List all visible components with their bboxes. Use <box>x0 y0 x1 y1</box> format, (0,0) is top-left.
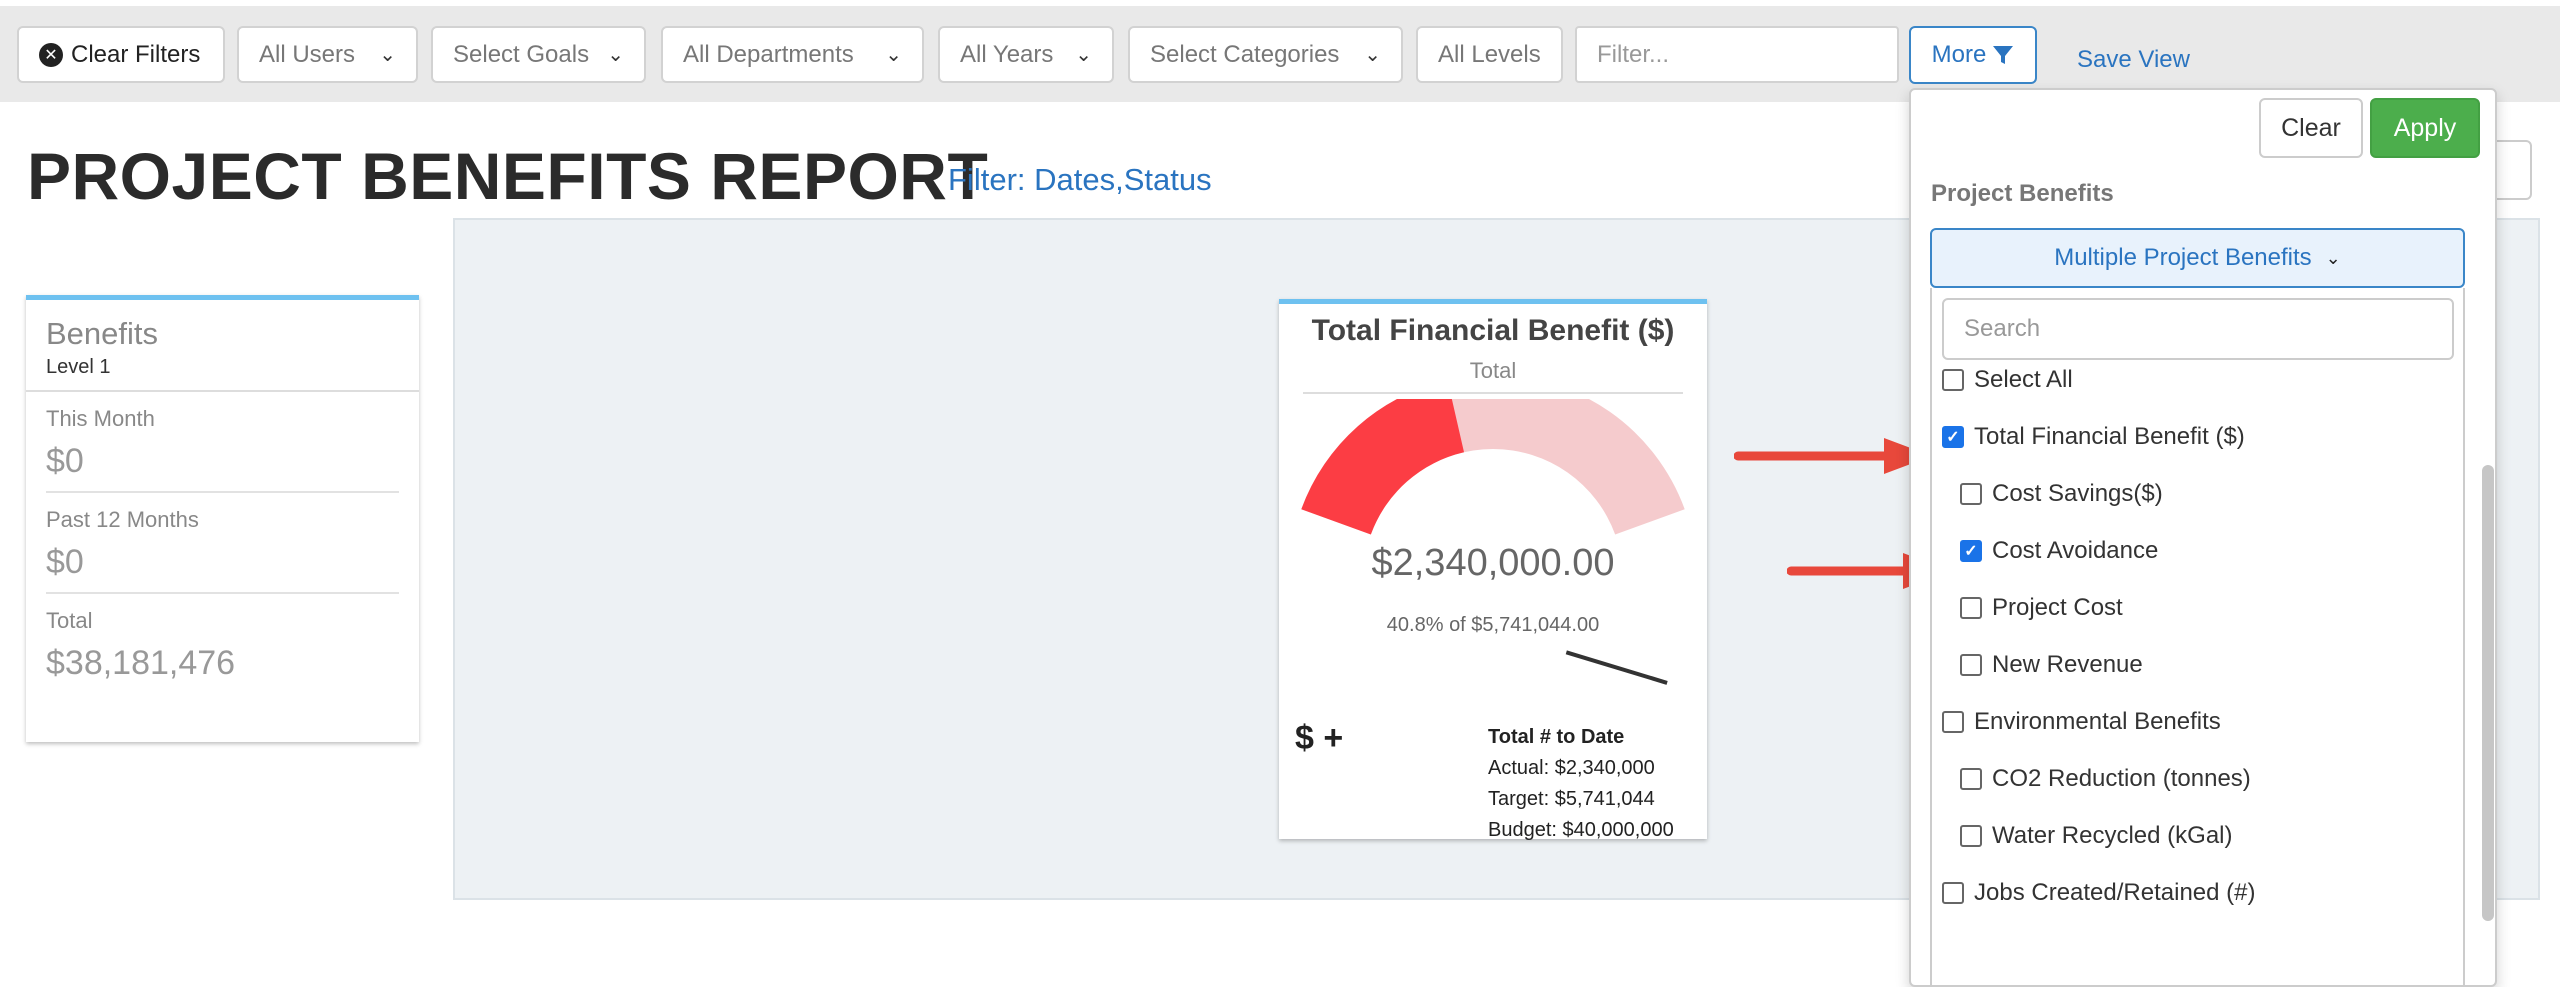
benefit-option[interactable]: Water Recycled (kGal) <box>1960 822 2233 850</box>
financial-benefit-gauge-card: Total Financial Benefit ($) Total $2,340… <box>1279 299 1707 841</box>
filter-search-input[interactable] <box>1575 26 1899 83</box>
goals-dropdown-label: Select Goals <box>453 40 590 68</box>
totals-target: Target: $5,741,044 <box>1488 788 1655 810</box>
stat-row-total: Total $38,181,476 <box>46 594 399 693</box>
checkbox-icon[interactable] <box>1960 768 1982 790</box>
benefit-option[interactable]: New Revenue <box>1960 651 2143 679</box>
chevron-down-icon: ⌄ <box>2325 247 2341 268</box>
totals-actual: Actual: $2,340,000 <box>1488 757 1655 779</box>
stat-row-past-12-months: Past 12 Months $0 <box>46 493 399 594</box>
chevron-down-icon: ⌄ <box>607 44 624 66</box>
save-view-link[interactable]: Save View <box>2077 46 2190 74</box>
chevron-down-icon: ⌄ <box>1075 44 1092 66</box>
gauge-subtitle: Total <box>1303 358 1683 394</box>
chevron-down-icon: ⌄ <box>885 44 902 66</box>
benefit-option[interactable]: ✓ Total Financial Benefit ($) <box>1942 423 2245 451</box>
benefit-option[interactable]: Project Cost <box>1960 594 2123 622</box>
chevron-down-icon: ⌄ <box>1364 44 1381 66</box>
checkbox-icon[interactable] <box>1960 825 1982 847</box>
stat-label: This Month <box>46 406 155 431</box>
categories-dropdown-label: Select Categories <box>1150 40 1340 68</box>
project-benefits-list: Select All ✓ Total Financial Benefit ($) Co… <box>1930 288 2465 985</box>
departments-dropdown[interactable]: All Departments ⌄ <box>661 26 924 83</box>
benefit-option[interactable]: ✓ Cost Avoidance <box>1960 537 2158 565</box>
benefit-option[interactable]: Select All <box>1942 366 2073 394</box>
checkbox-icon[interactable] <box>1960 597 1982 619</box>
years-dropdown-label: All Years <box>960 40 1054 68</box>
benefit-option-label: Environmental Benefits <box>1974 708 2221 735</box>
benefit-option-label: Cost Avoidance <box>1992 537 2159 564</box>
popup-apply-button[interactable]: Apply <box>2370 98 2480 158</box>
stat-value: $0 <box>46 442 84 480</box>
gauge-fill <box>1301 399 1465 535</box>
benefit-option-label: Water Recycled (kGal) <box>1992 822 2233 849</box>
benefits-summary-card: Benefits Level 1 This Month $0 Past 12 M… <box>26 295 419 742</box>
stat-label: Total <box>46 608 93 633</box>
gauge-chart: $2,340,000.00 40.8% of $5,741,044.00 <box>1301 399 1685 685</box>
benefits-card-header: Benefits Level 1 <box>26 300 419 392</box>
totals-budget: Budget: $40,000,000 <box>1488 819 1674 841</box>
benefit-option[interactable]: Environmental Benefits <box>1942 708 2221 736</box>
benefit-option-label: CO2 Reduction (tonnes) <box>1992 765 2251 792</box>
gauge-percent-text: 40.8% of $5,741,044.00 <box>1387 614 1599 636</box>
checkbox-icon[interactable] <box>1960 654 1982 676</box>
popup-scrollbar[interactable] <box>2482 465 2494 921</box>
benefit-option-label: New Revenue <box>1992 651 2143 678</box>
benefit-option[interactable]: Cost Savings($) <box>1960 480 2163 508</box>
checkbox-icon[interactable] <box>1942 711 1964 733</box>
benefit-option-label: Project Cost <box>1992 594 2123 621</box>
users-dropdown-label: All Users <box>259 40 356 68</box>
categories-dropdown[interactable]: Select Categories ⌄ <box>1128 26 1403 83</box>
stat-value: $0 <box>46 543 84 581</box>
checkbox-checked-icon[interactable]: ✓ <box>1960 540 1982 562</box>
filter-note[interactable]: Filter: Dates,Status <box>948 162 1212 198</box>
gauge-title: Total Financial Benefit ($) <box>1311 314 1675 347</box>
project-benefits-select-value: Multiple Project Benefits <box>2054 244 2312 271</box>
totals-heading: Total # to Date <box>1488 726 1625 748</box>
add-currency-icon[interactable]: $ + <box>1295 719 1343 758</box>
page-title: PROJECT BENEFITS REPORT <box>27 139 989 213</box>
checkbox-checked-icon[interactable]: ✓ <box>1942 426 1964 448</box>
levels-label: All Levels <box>1438 40 1541 68</box>
benefit-option[interactable]: CO2 Reduction (tonnes) <box>1960 765 2251 793</box>
clear-filters-label: Clear Filters <box>71 40 201 68</box>
benefits-card-level: Level 1 <box>46 356 111 378</box>
stat-value: $38,181,476 <box>46 644 236 682</box>
annotation-arrow-icon <box>1734 438 1932 474</box>
benefit-option[interactable]: Jobs Created/Retained (#) <box>1942 879 2255 907</box>
years-dropdown[interactable]: All Years ⌄ <box>938 26 1114 83</box>
benefits-search-input[interactable] <box>1942 298 2454 360</box>
more-filters-popup: Clear Apply Project Benefits Multiple Pr… <box>1909 88 2497 987</box>
gauge-needle <box>1565 650 1668 685</box>
stat-label: Past 12 Months <box>46 507 199 532</box>
goals-dropdown[interactable]: Select Goals ⌄ <box>431 26 646 83</box>
gauge-center-value: $2,340,000.00 <box>1371 542 1614 584</box>
project-benefits-label: Project Benefits <box>1931 180 2114 207</box>
popup-clear-button[interactable]: Clear <box>2259 98 2363 158</box>
stat-row-this-month: This Month $0 <box>46 392 399 493</box>
departments-dropdown-label: All Departments <box>683 40 854 68</box>
more-button[interactable]: More <box>1909 26 2037 84</box>
checkbox-icon[interactable] <box>1960 483 1982 505</box>
levels-button[interactable]: All Levels <box>1416 26 1563 83</box>
users-dropdown[interactable]: All Users ⌄ <box>237 26 418 83</box>
gauge-totals: Total # to Date Actual: $2,340,000 Targe… <box>1488 722 1674 846</box>
benefits-card-title: Benefits <box>46 316 159 351</box>
funnel-icon <box>1993 46 2014 64</box>
benefit-option-label: Jobs Created/Retained (#) <box>1974 879 2256 906</box>
checkbox-icon[interactable] <box>1942 369 1964 391</box>
close-circle-icon: ✕ <box>39 42 63 67</box>
more-label: More <box>1931 41 1987 68</box>
benefit-option-label: Total Financial Benefit ($) <box>1974 423 2245 450</box>
project-benefits-select[interactable]: Multiple Project Benefits ⌄ <box>1930 228 2465 288</box>
chevron-down-icon: ⌄ <box>379 44 396 66</box>
checkbox-icon[interactable] <box>1942 882 1964 904</box>
benefit-option-label: Select All <box>1974 366 2073 393</box>
benefit-option-label: Cost Savings($) <box>1992 480 2163 507</box>
clear-filters-button[interactable]: ✕ Clear Filters <box>17 26 225 83</box>
